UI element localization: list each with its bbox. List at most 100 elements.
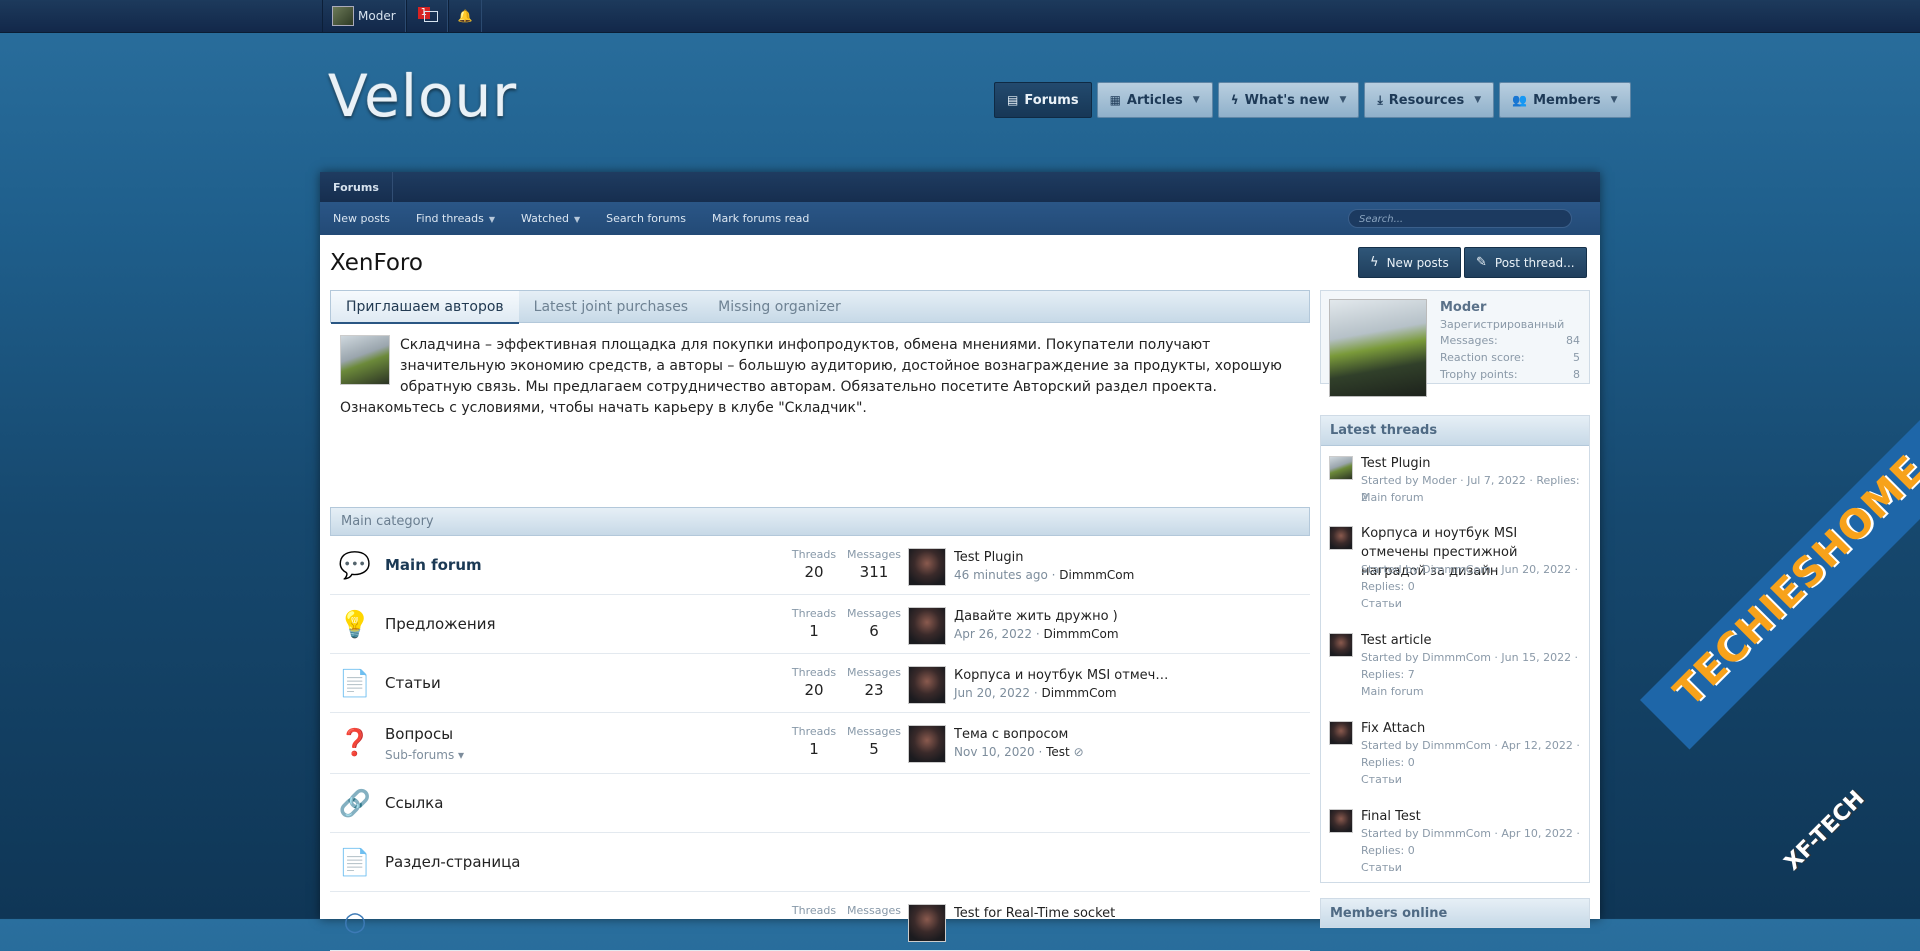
- thread-meta: Started by DimmmCom · Apr 12, 2022 ·: [1361, 739, 1580, 752]
- visitor-trophy-points: Trophy points: 8: [1440, 368, 1580, 381]
- tab-latest-joint-purchases[interactable]: Latest joint purchases: [519, 291, 703, 322]
- forum-title[interactable]: Раздел-страница: [385, 853, 520, 871]
- subnav-mark-read[interactable]: Mark forums read: [699, 212, 822, 225]
- inbox-button[interactable]: 1: [405, 0, 448, 32]
- stat-value: 20: [804, 681, 824, 699]
- last-post-user[interactable]: Test: [1046, 745, 1070, 759]
- avatar[interactable]: [1329, 299, 1427, 397]
- sub-navigation: New posts Find threads ▼ Watched ▼ Search …: [320, 202, 1600, 235]
- search-input[interactable]: Search...: [1348, 209, 1572, 228]
- chevron-down-icon: ▾: [458, 748, 465, 762]
- new-posts-button[interactable]: ϟ New posts: [1358, 247, 1461, 278]
- stat-label: Messages:: [1440, 334, 1498, 347]
- messages-stat: Messages 6: [844, 607, 904, 640]
- avatar[interactable]: [1329, 633, 1353, 657]
- thread-title[interactable]: Test Plugin: [1361, 454, 1586, 473]
- last-post-user[interactable]: DimmmCom: [1041, 686, 1116, 700]
- thread-title[interactable]: Test article: [1361, 631, 1586, 650]
- avatar: [332, 6, 354, 26]
- last-post-title[interactable]: Давайте жить дружно ): [954, 609, 1174, 624]
- thread-replies: Replies: 7: [1361, 668, 1415, 681]
- thread-forum[interactable]: Статьи: [1361, 859, 1586, 876]
- users-icon: 👥: [1512, 93, 1528, 107]
- watermark-subtext: XF-TECH: [1780, 786, 1870, 876]
- members-online-header[interactable]: Members online: [1320, 898, 1590, 928]
- stat-value[interactable]: 84: [1566, 334, 1580, 347]
- last-post-date[interactable]: Apr 26, 2022: [954, 627, 1032, 641]
- tab-missing-organizer[interactable]: Missing organizer: [703, 291, 856, 322]
- forum-title[interactable]: Вопросы: [385, 725, 453, 743]
- nav-tab-label: Articles: [1126, 92, 1183, 108]
- alerts-button[interactable]: 🔔: [447, 0, 482, 32]
- avatar[interactable]: [908, 904, 946, 942]
- last-post-title[interactable]: Тема с вопросом: [954, 727, 1174, 742]
- category-header[interactable]: Main category: [330, 507, 1310, 536]
- nav-tab-members[interactable]: 👥 Members ▼: [1499, 82, 1631, 118]
- link-icon: 🔗: [338, 789, 372, 819]
- stat-value[interactable]: 8: [1573, 368, 1580, 381]
- nav-tab-label: What's new: [1244, 92, 1330, 108]
- nav-tab-articles[interactable]: ▦ Articles ▼: [1096, 82, 1213, 118]
- forum-title[interactable]: Статьи: [385, 674, 441, 692]
- forum-title[interactable]: Ссылка: [385, 794, 443, 812]
- nav-tab-resources[interactable]: ⤓ Resources ▼: [1364, 82, 1495, 118]
- last-post-title[interactable]: Корпуса и ноутбук MSI отмечены престижно…: [954, 668, 1174, 683]
- thread-meta: Started by DimmmCom · Apr 10, 2022 ·: [1361, 827, 1580, 840]
- forum-title[interactable]: Предложения: [385, 615, 496, 633]
- tab-invite-authors[interactable]: Приглашаем авторов: [331, 291, 519, 324]
- threads-stat: Threads: [784, 904, 844, 917]
- stat-label: Threads: [791, 607, 837, 620]
- breadcrumb-forums[interactable]: Forums: [320, 172, 393, 202]
- chevron-down-icon[interactable]: ▼: [1340, 95, 1347, 105]
- last-post-date[interactable]: 46 minutes ago: [954, 568, 1048, 582]
- last-post-user[interactable]: DimmmCom: [1059, 568, 1134, 582]
- subnav-search-forums[interactable]: Search forums: [593, 212, 699, 225]
- site-logo[interactable]: Velour: [328, 62, 517, 130]
- thread-forum[interactable]: Main forum: [1361, 489, 1586, 506]
- thread-forum[interactable]: Main forum: [1361, 683, 1586, 700]
- stat-value[interactable]: 5: [1573, 351, 1580, 364]
- thread-forum[interactable]: Статьи: [1361, 595, 1586, 612]
- avatar[interactable]: [908, 607, 946, 645]
- nav-tab-forums[interactable]: ▤ Forums: [994, 82, 1092, 118]
- avatar[interactable]: [908, 666, 946, 704]
- thread-title[interactable]: Fix Attach: [1361, 719, 1586, 738]
- newspaper-icon: ▦: [1109, 93, 1121, 107]
- thread-forum[interactable]: Статьи: [1361, 771, 1586, 788]
- avatar[interactable]: [1329, 526, 1353, 550]
- threads-stat: Threads 1: [784, 725, 844, 758]
- chevron-down-icon[interactable]: ▼: [1474, 95, 1481, 105]
- stat-label: Threads: [791, 725, 837, 738]
- stat-label: Reaction score:: [1440, 351, 1525, 364]
- nav-tab-whats-new[interactable]: ϟ What's new ▼: [1217, 82, 1360, 118]
- avatar[interactable]: [1329, 456, 1353, 480]
- last-post-user[interactable]: DimmmCom: [1043, 627, 1118, 641]
- avatar[interactable]: [908, 725, 946, 763]
- latest-thread-item: Корпуса и ноутбук MSI отмечены престижно…: [1329, 524, 1584, 612]
- breadcrumb: Forums: [320, 172, 1600, 202]
- block-header[interactable]: Latest threads: [1321, 416, 1589, 446]
- thread-title[interactable]: Final Test: [1361, 807, 1586, 826]
- subnav-new-posts[interactable]: New posts: [320, 212, 403, 225]
- avatar[interactable]: [1329, 721, 1353, 745]
- subforums-toggle[interactable]: Sub-forums ▾: [385, 748, 464, 762]
- chevron-down-icon[interactable]: ▼: [1193, 95, 1200, 105]
- avatar[interactable]: [1329, 809, 1353, 833]
- subnav-find-threads[interactable]: Find threads ▼: [403, 212, 508, 225]
- messages-stat: Messages: [844, 904, 904, 917]
- forum-node: ○ Threads Messages Test for Real-Time so…: [330, 892, 1310, 951]
- visitor-username[interactable]: Moder: [1440, 300, 1486, 315]
- stat-label: Messages: [847, 548, 901, 561]
- chevron-down-icon[interactable]: ▼: [1611, 95, 1618, 105]
- node-list: 💬 Main forum Threads 20 Messages 311 Tes…: [330, 536, 1310, 951]
- last-post-date[interactable]: Nov 10, 2020: [954, 745, 1035, 759]
- post-thread-button[interactable]: ✎ Post thread...: [1464, 247, 1587, 278]
- subnav-watched[interactable]: Watched ▼: [508, 212, 593, 225]
- chevron-down-icon: ▼: [488, 215, 495, 224]
- forum-title[interactable]: Main forum: [385, 556, 482, 574]
- last-post-date[interactable]: Jun 20, 2022: [954, 686, 1030, 700]
- account-link[interactable]: Moder: [322, 0, 406, 32]
- threads-stat: Threads 1: [784, 607, 844, 640]
- last-post-title[interactable]: Test Plugin: [954, 550, 1174, 565]
- avatar[interactable]: [908, 548, 946, 586]
